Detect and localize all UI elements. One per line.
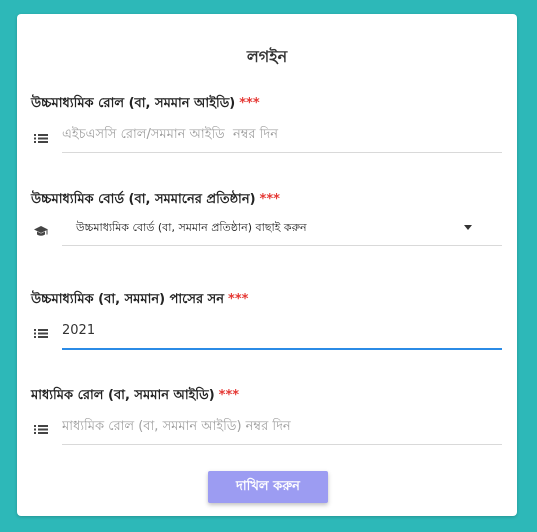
required-mark: ***	[228, 292, 249, 307]
chevron-down-icon	[464, 225, 472, 230]
hsc-board-select[interactable]: উচ্চমাধ্যমিক বোর্ড (বা, সমমান প্রতিষ্ঠান…	[62, 213, 502, 246]
hsc-year-field-wrapper	[62, 316, 502, 350]
hsc-roll-field-wrapper	[62, 120, 502, 153]
ssc-roll-label: মাধ্যমিক রোল (বা, সমমান আইডি) ***	[31, 386, 239, 407]
hsc-board-label-text: উচ্চমাধ্যমিক বোর্ড (বা, সমমানের প্রতিষ্ঠ…	[31, 192, 256, 207]
login-card: লগইন উচ্চমাধ্যমিক রোল (বা, সমমান আইডি) **…	[17, 14, 517, 516]
hsc-year-label: উচ্চমাধ্যমিক (বা, সমমান) পাসের সন ***	[31, 290, 248, 311]
page-title: লগইন	[246, 47, 288, 66]
hsc-roll-label: উচ্চমাধ্যমিক রোল (বা, সমমান আইডি) ***	[31, 94, 260, 115]
hsc-roll-label-text: উচ্চমাধ্যমিক রোল (বা, সমমান আইডি)	[31, 96, 236, 111]
hsc-board-label: উচ্চমাধ্যমিক বোর্ড (বা, সমমানের প্রতিষ্ঠ…	[31, 190, 280, 211]
ssc-roll-input[interactable]	[62, 412, 502, 440]
list-icon	[33, 130, 49, 146]
list-icon	[33, 421, 49, 437]
list-icon	[33, 325, 49, 341]
submit-button[interactable]: দাখিল করুন	[208, 471, 328, 503]
ssc-roll-label-text: মাধ্যমিক রোল (বা, সমমান আইডি)	[31, 388, 215, 403]
hsc-board-selected-value: উচ্চমাধ্যমিক বোর্ড (বা, সমমান প্রতিষ্ঠান…	[76, 221, 307, 234]
hsc-year-input[interactable]	[62, 316, 502, 344]
graduation-cap-icon	[33, 223, 49, 239]
hsc-roll-input[interactable]	[62, 120, 502, 148]
required-mark: ***	[218, 388, 240, 403]
required-mark: ***	[259, 192, 280, 207]
hsc-year-label-text: উচ্চমাধ্যমিক (বা, সমমান) পাসের সন	[31, 292, 225, 307]
ssc-roll-field-wrapper	[62, 412, 502, 445]
required-mark: ***	[239, 96, 260, 111]
